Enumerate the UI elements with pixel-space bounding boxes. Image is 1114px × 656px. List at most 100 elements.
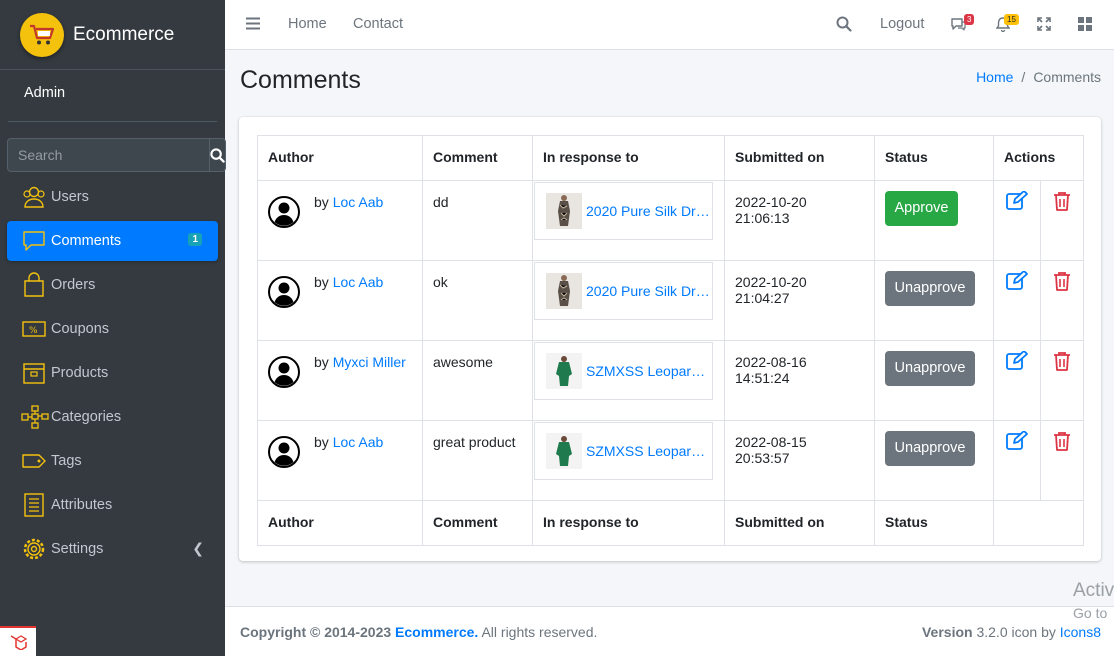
sidebar-item-label: Coupons	[51, 321, 110, 337]
user-name[interactable]: Admin	[24, 85, 65, 101]
logout-link[interactable]: Logout	[880, 16, 924, 32]
product-link[interactable]: SZMXSS Leopard Print Dress	[586, 443, 711, 459]
sidebar-item-categories[interactable]: Categories	[7, 397, 218, 437]
table-row: by Loc Aab ok 2020 Pure Silk Dress Flora…	[257, 260, 1084, 341]
response-cell: 2020 Pure Silk Dress Floral	[532, 180, 725, 261]
footer-header-comment: Comment	[422, 500, 533, 546]
hierarchy-icon	[21, 403, 51, 431]
sidebar-item-attributes[interactable]: Attributes	[7, 485, 218, 525]
response-cell: 2020 Pure Silk Dress Floral	[532, 260, 725, 341]
copyright-text: Copyright © 2014-2023 Ecommerce. All rig…	[240, 624, 597, 640]
messages-icon[interactable]: 3	[950, 14, 975, 31]
nav-home-link[interactable]: Home	[288, 16, 327, 32]
nav-contact-link[interactable]: Contact	[353, 16, 403, 32]
delete-cell	[1040, 260, 1084, 341]
notifications-badge: 15	[1004, 14, 1019, 25]
column-header-in-response-to: In response to	[532, 135, 725, 181]
version-label: Version	[921, 624, 973, 640]
search-icon	[210, 147, 225, 163]
sidebar-item-tags[interactable]: Tags	[7, 441, 218, 481]
edit-icon[interactable]	[1006, 350, 1028, 374]
product-link[interactable]: SZMXSS Leopard Print Dress	[586, 363, 711, 379]
sidebar-item-products[interactable]: Products	[7, 353, 218, 393]
table-row: by Loc Aab dd 2020 Pure Silk Dress Flora…	[257, 180, 1084, 261]
author-link[interactable]: Loc Aab	[333, 434, 384, 450]
user-avatar-icon	[268, 276, 300, 311]
column-header-comment: Comment	[422, 135, 533, 181]
breadcrumb-home-link[interactable]: Home	[976, 69, 1013, 85]
edit-cell	[993, 260, 1041, 341]
trash-icon[interactable]	[1053, 352, 1071, 374]
user-avatar-icon	[268, 196, 300, 231]
main-sidebar: Ecommerce Admin Users Comments 1 Orders …	[0, 0, 226, 656]
product-link[interactable]: 2020 Pure Silk Dress Floral	[586, 203, 711, 219]
sidebar-item-settings[interactable]: Settings ❮	[7, 529, 218, 569]
comments-count-badge: 1	[188, 233, 202, 246]
approve-button[interactable]: Approve	[885, 191, 958, 226]
grid-icon[interactable]	[1078, 17, 1092, 31]
footer-header-submitted-on: Submitted on	[724, 500, 875, 546]
laravel-icon	[10, 635, 27, 650]
activation-watermark-sub: Go to	[1073, 605, 1108, 621]
by-prefix: by	[314, 434, 329, 450]
sidebar-item-label: Products	[51, 365, 109, 381]
edit-icon[interactable]	[1006, 430, 1028, 454]
fullscreen-icon[interactable]	[1037, 17, 1051, 31]
trash-icon[interactable]	[1053, 192, 1071, 214]
sidebar-item-comments[interactable]: Comments 1	[7, 221, 218, 261]
sidebar-search	[7, 138, 226, 172]
author-link[interactable]: Loc Aab	[333, 194, 384, 210]
edit-icon[interactable]	[1006, 270, 1028, 294]
brand-link[interactable]: Ecommerce	[0, 0, 225, 70]
users-icon	[21, 183, 51, 211]
product-thumbnail[interactable]	[546, 433, 582, 469]
comment-cell: ok	[422, 260, 533, 341]
product-thumbnail[interactable]	[546, 273, 582, 309]
response-cell: SZMXSS Leopard Print Dress	[532, 420, 725, 501]
status-cell: Unapprove	[874, 340, 994, 421]
product-thumbnail[interactable]	[546, 353, 582, 389]
product-link[interactable]: 2020 Pure Silk Dress Floral	[586, 283, 711, 299]
debugbar-toggle[interactable]	[0, 626, 36, 656]
author-cell: by Loc Aab	[257, 420, 423, 501]
comments-card: Author Comment In response to Submitted …	[239, 117, 1101, 561]
status-cell: Approve	[874, 180, 994, 261]
author-link[interactable]: Loc Aab	[333, 274, 384, 290]
sidebar-item-orders[interactable]: Orders	[7, 265, 218, 305]
copyright-prefix: Copyright © 2014-2023	[240, 624, 392, 640]
edit-cell	[993, 340, 1041, 421]
edit-icon[interactable]	[1006, 190, 1028, 214]
author-link[interactable]: Myxci Miller	[333, 354, 406, 370]
sidebar-item-label: Comments	[51, 233, 122, 249]
chevron-left-icon: ❮	[192, 540, 204, 556]
author-cell: by Loc Aab	[257, 260, 423, 341]
product-card: SZMXSS Leopard Print Dress	[534, 422, 713, 480]
table-header-row: Author Comment In response to Submitted …	[257, 135, 1084, 181]
delete-cell	[1040, 180, 1084, 261]
sidebar-search-input[interactable]	[7, 138, 209, 172]
hamburger-menu-icon[interactable]	[246, 17, 260, 30]
edit-cell	[993, 420, 1041, 501]
by-prefix: by	[314, 194, 329, 210]
shopping-bag-icon	[21, 271, 51, 299]
search-icon[interactable]	[836, 16, 852, 32]
sidebar-item-coupons[interactable]: % Coupons	[7, 309, 218, 349]
footer-brand-link[interactable]: Ecommerce.	[395, 624, 478, 640]
version-text: 3.2.0 icon by	[976, 624, 1056, 640]
sidebar-item-users[interactable]: Users	[7, 177, 218, 217]
icons8-link[interactable]: Icons8	[1060, 624, 1101, 640]
footer-header-status: Status	[874, 500, 994, 546]
coupon-icon: %	[21, 315, 51, 343]
table-row: by Myxci Miller awesome SZMXSS Leopard P…	[257, 340, 1084, 421]
product-card: 2020 Pure Silk Dress Floral	[534, 262, 713, 320]
sidebar-search-button[interactable]	[209, 138, 226, 172]
trash-icon[interactable]	[1053, 272, 1071, 294]
messages-badge: 3	[964, 14, 975, 25]
unapprove-button[interactable]: Unapprove	[885, 351, 975, 386]
table-footer-row: Author Comment In response to Submitted …	[257, 500, 1084, 546]
trash-icon[interactable]	[1053, 432, 1071, 454]
unapprove-button[interactable]: Unapprove	[885, 431, 975, 466]
product-thumbnail[interactable]	[546, 193, 582, 229]
unapprove-button[interactable]: Unapprove	[885, 271, 975, 306]
bell-icon[interactable]: 15	[996, 14, 1019, 32]
